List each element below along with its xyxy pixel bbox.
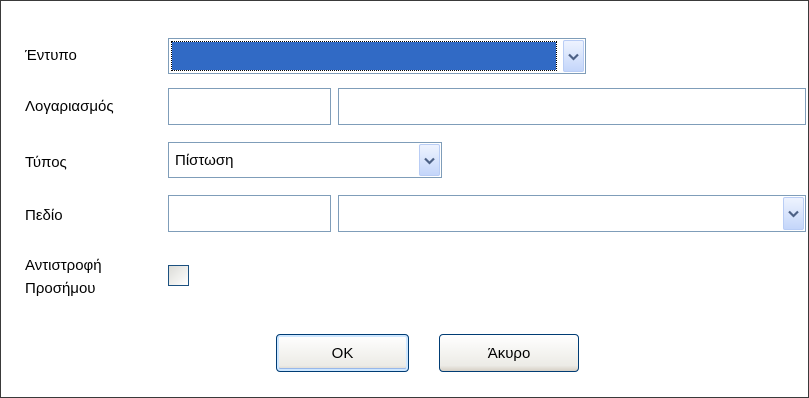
reverse-sign-label-line1: Αντιστροφή	[25, 257, 102, 274]
dialog-window: Έντυπο Λογαριασμός Τύπος Πίστωση Πεδίο Α…	[0, 0, 809, 398]
cancel-button[interactable]: Άκυρο	[439, 334, 579, 372]
form-label: Έντυπο	[25, 47, 77, 64]
account-name-field[interactable]	[338, 88, 806, 125]
form-select-dropdown-button[interactable]	[563, 40, 584, 72]
chevron-down-icon	[424, 152, 435, 169]
form-select-selection	[171, 41, 557, 71]
reverse-sign-label-line2: Προσήμου	[25, 280, 96, 297]
field-code-field[interactable]	[168, 195, 331, 232]
field-label: Πεδίο	[25, 207, 63, 224]
account-code-field[interactable]	[168, 88, 331, 125]
reverse-sign-checkbox[interactable]	[168, 265, 189, 286]
type-label: Τύπος	[25, 154, 67, 171]
type-select-value: Πίστωση	[175, 151, 234, 169]
type-select-dropdown-button[interactable]	[419, 144, 440, 176]
field-select-dropdown-button[interactable]	[783, 197, 804, 230]
reverse-sign-label: Αντιστροφή Προσήμου	[25, 254, 102, 300]
account-label: Λογαριασμός	[25, 98, 114, 115]
chevron-down-icon	[568, 48, 579, 65]
type-select[interactable]: Πίστωση	[168, 142, 442, 178]
chevron-down-icon	[788, 205, 799, 222]
field-select[interactable]	[338, 195, 806, 232]
ok-button[interactable]: OK	[276, 334, 409, 372]
form-select[interactable]	[168, 38, 586, 74]
